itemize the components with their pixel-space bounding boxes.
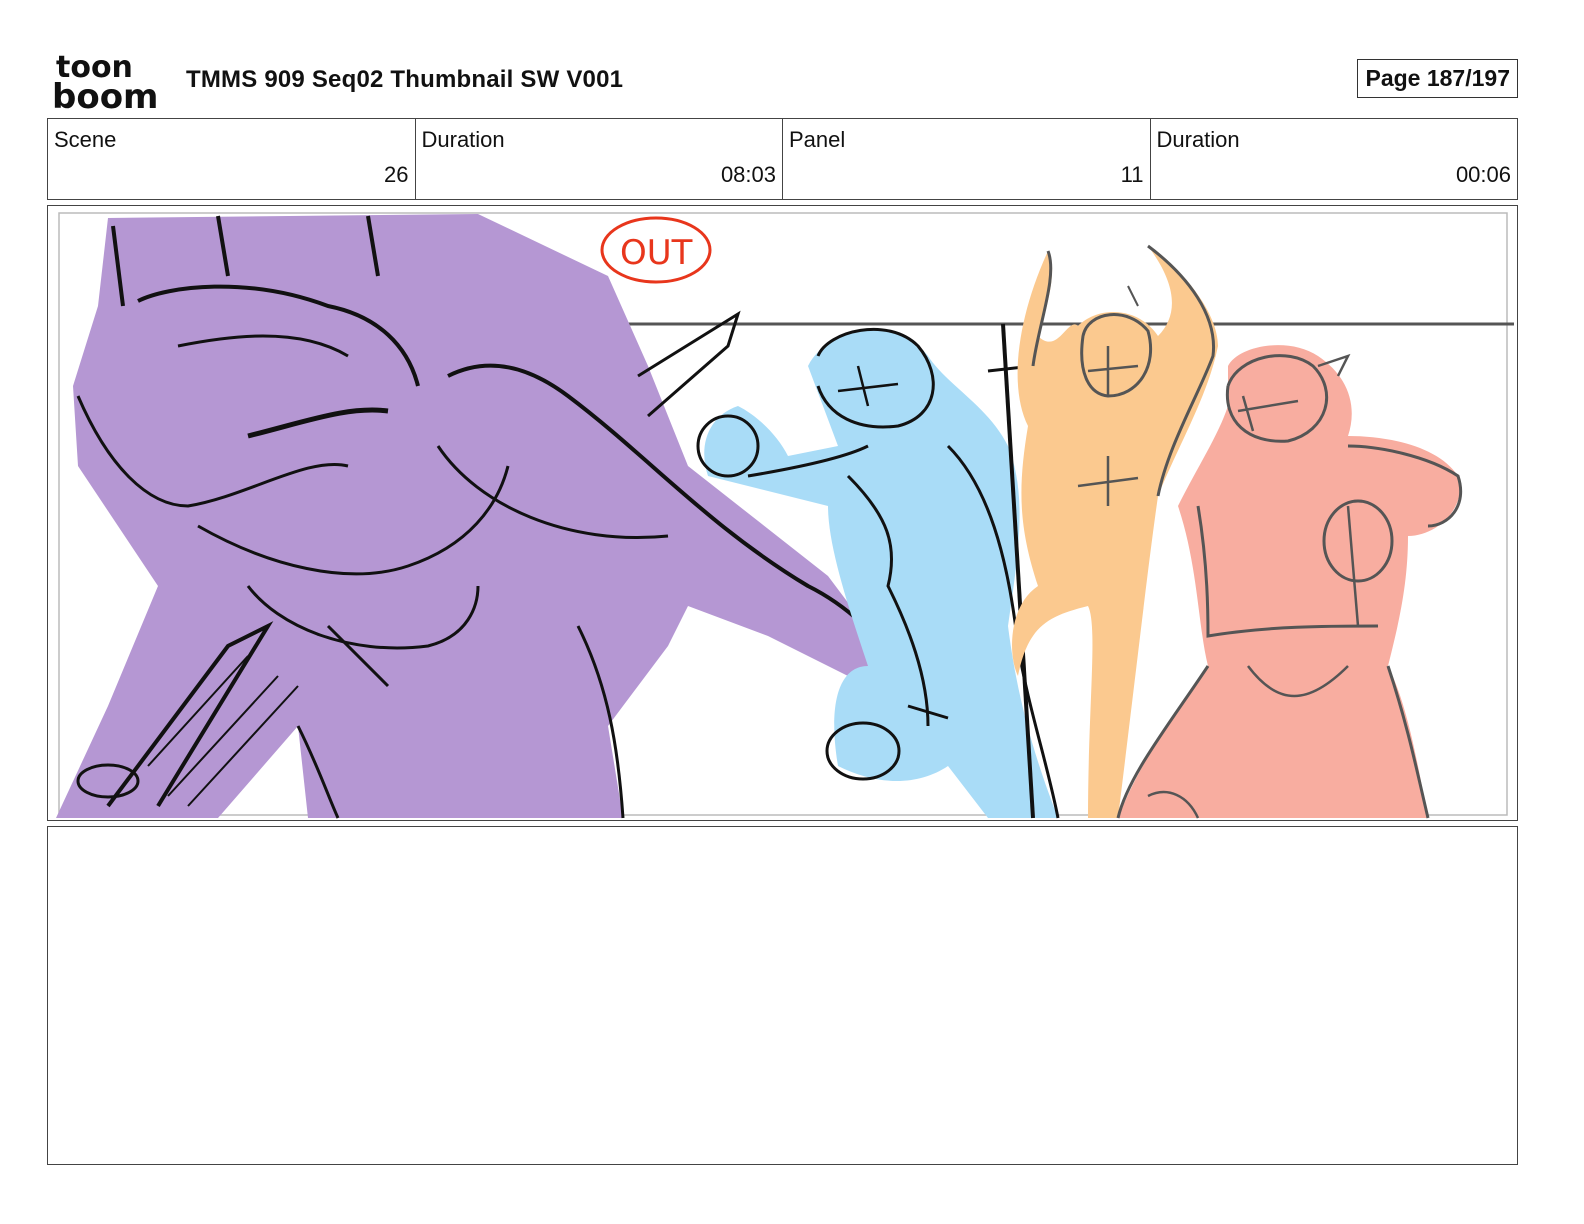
scene-duration-cell: Duration 08:03 <box>416 119 783 199</box>
scene-value: 26 <box>384 162 409 187</box>
panel-duration-label: Duration <box>1156 127 1240 152</box>
out-annotation-text: OUT <box>620 233 693 273</box>
page-header: toon boom TMMS 909 Seq02 Thumbnail SW V0… <box>52 50 1520 112</box>
logo-bottom-text: boom <box>52 77 158 110</box>
panel-duration-value: 00:06 <box>1455 162 1511 187</box>
page-counter: Page 187/197 <box>1357 59 1518 98</box>
scene-duration-label: Duration <box>421 127 505 152</box>
out-annotation: OUT <box>600 216 712 284</box>
panel-cell: Panel 11 <box>783 119 1151 199</box>
panel-info-row: Scene 26 Duration 08:03 Panel 11 Duratio… <box>47 118 1518 200</box>
panel-notes-area <box>47 826 1518 1165</box>
storyboard-sketch: OUT <box>56 212 1514 819</box>
toonboom-logo: toon boom <box>52 50 158 110</box>
scene-duration-value: 08:03 <box>720 162 776 187</box>
panel-image-frame: OUT <box>47 205 1518 821</box>
panel-value: 11 <box>1120 162 1144 187</box>
storyboard-title: TMMS 909 Seq02 Thumbnail SW V001 <box>186 66 624 93</box>
panel-duration-cell: Duration 00:06 <box>1151 119 1518 199</box>
scene-cell: Scene 26 <box>48 119 416 199</box>
scene-label: Scene <box>54 127 117 152</box>
purple-character-sketch <box>56 214 900 819</box>
panel-label: Panel <box>789 127 846 152</box>
